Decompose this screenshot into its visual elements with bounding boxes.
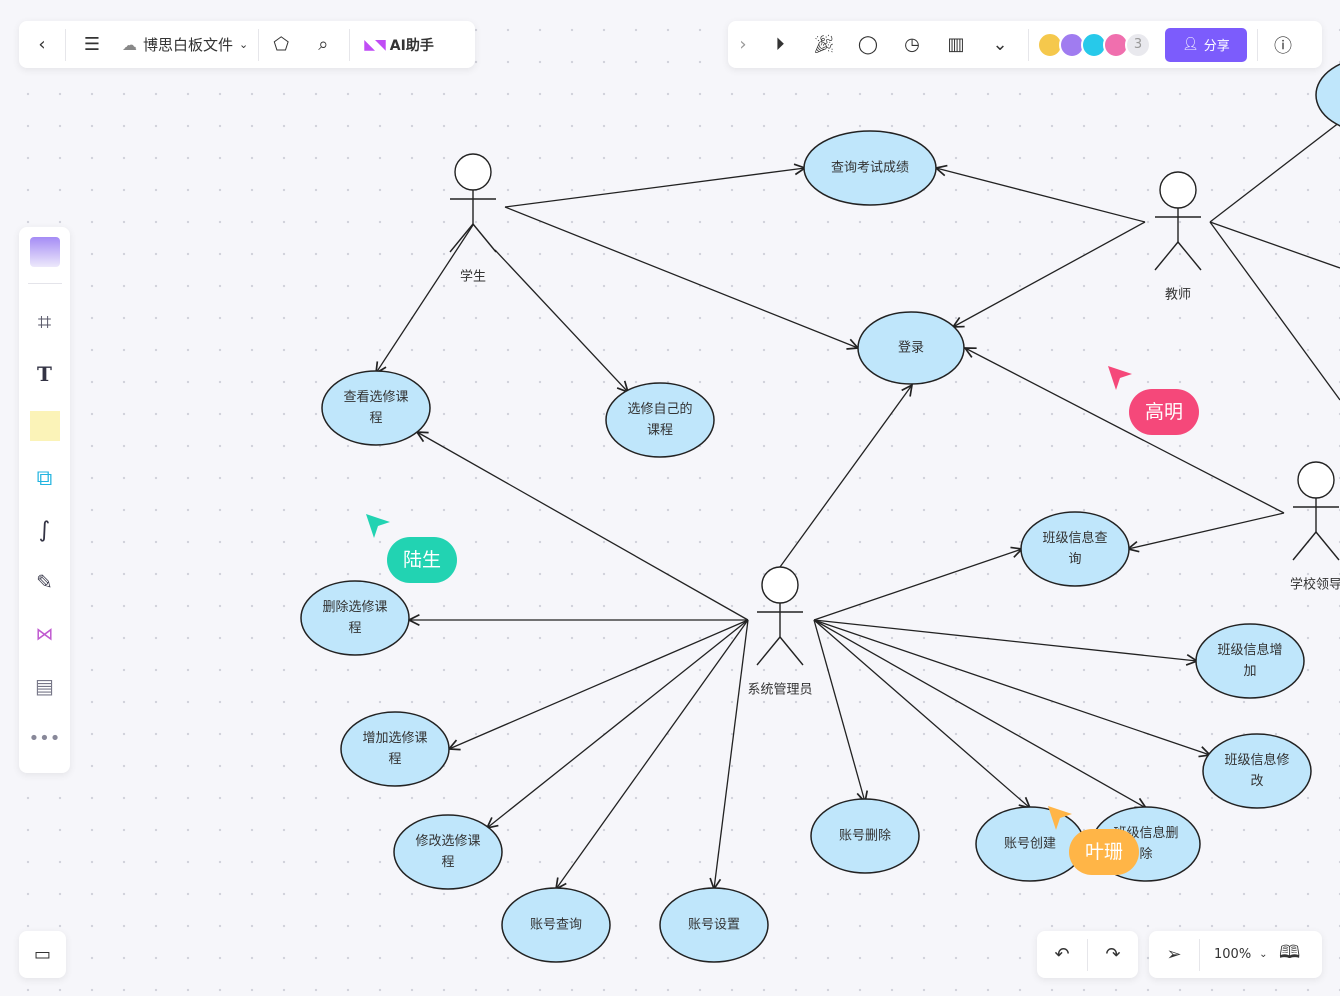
comment-icon[interactable]: ◯ bbox=[846, 34, 890, 55]
zoom-level: 100% bbox=[1214, 947, 1252, 962]
ai-assistant-button[interactable]: ◣◥ AI助手 bbox=[350, 35, 434, 55]
use-case-login[interactable] bbox=[857, 311, 965, 385]
shape-icon[interactable]: ⧉ bbox=[37, 452, 53, 504]
association-line[interactable] bbox=[1209, 221, 1340, 269]
use-case-cm[interactable] bbox=[1202, 733, 1312, 809]
share-button[interactable]: 👤︎ 分享 bbox=[1165, 27, 1247, 62]
use-case-cq[interactable] bbox=[1020, 511, 1130, 587]
association-line[interactable] bbox=[813, 619, 1030, 808]
template-icon[interactable] bbox=[29, 237, 60, 267]
association-line[interactable] bbox=[417, 432, 749, 621]
sticky-note-icon[interactable] bbox=[29, 411, 60, 441]
search-icon[interactable]: ⌕ bbox=[303, 34, 343, 55]
connector-icon[interactable]: ∫ bbox=[39, 504, 50, 556]
association-line[interactable] bbox=[449, 619, 749, 749]
association-line[interactable] bbox=[504, 168, 805, 208]
diagram-canvas[interactable] bbox=[0, 0, 1340, 996]
use-case-ellipse[interactable] bbox=[1315, 58, 1340, 132]
top-right-toolbar: › ⏵ 🎉︎ ◯ ◷ ▥ ⌄ 3 👤︎ 分享 ⓘ bbox=[728, 21, 1322, 68]
select-pointer-icon[interactable]: ➢ bbox=[1149, 944, 1199, 965]
chevron-down-icon: ⌄ bbox=[1259, 949, 1268, 960]
cursor-name-tag: 陆生 bbox=[387, 537, 458, 583]
association-line[interactable] bbox=[813, 619, 1210, 755]
cursor-arrow-icon bbox=[1048, 806, 1072, 830]
use-case-ca[interactable] bbox=[1195, 623, 1305, 699]
association-line[interactable] bbox=[936, 168, 1146, 223]
back-icon[interactable]: ‹ bbox=[19, 34, 65, 55]
file-name: 博思白板文件 bbox=[143, 36, 234, 54]
mindmap-icon[interactable]: ⋈ bbox=[36, 608, 54, 660]
play-icon[interactable]: ⏵ bbox=[758, 34, 802, 55]
cursor-arrow-icon bbox=[1108, 366, 1132, 390]
association-line[interactable] bbox=[953, 221, 1146, 327]
association-line[interactable] bbox=[813, 619, 865, 802]
pen-icon[interactable]: ✎ bbox=[36, 556, 53, 608]
use-case-ad[interactable] bbox=[810, 798, 920, 874]
more-tools-icon[interactable]: ••• bbox=[29, 712, 61, 764]
document-icon[interactable]: ▤ bbox=[35, 660, 54, 712]
cursor-arrow-icon bbox=[366, 514, 390, 538]
timer-icon[interactable]: ◷ bbox=[890, 34, 934, 55]
minimap-icon: ▭ bbox=[33, 944, 51, 965]
frame-icon[interactable]: ⌗ bbox=[38, 296, 52, 348]
menu-icon[interactable]: ☰ bbox=[66, 34, 118, 55]
tool-palette: ⌗ T ⧉ ∫ ✎ ⋈ ▤ ••• bbox=[19, 227, 70, 773]
celebrate-icon[interactable]: 🎉︎ bbox=[802, 34, 846, 55]
collaborator-count: 3 bbox=[1125, 31, 1151, 58]
use-case-aq[interactable] bbox=[501, 887, 611, 963]
association-line[interactable] bbox=[779, 385, 912, 568]
text-icon[interactable]: T bbox=[37, 348, 52, 400]
view-toolbar: ➢ 100% ⌄ 🕮︎ bbox=[1149, 931, 1322, 978]
association-line[interactable] bbox=[813, 619, 1197, 661]
use-case-del[interactable] bbox=[300, 580, 410, 656]
more-icon[interactable]: ⌄ bbox=[978, 34, 1022, 55]
minimap-button[interactable]: ▭ bbox=[19, 931, 66, 978]
use-case-add[interactable] bbox=[340, 711, 450, 787]
association-line[interactable] bbox=[813, 619, 1146, 808]
map-icon[interactable]: 🕮︎ bbox=[1268, 940, 1312, 970]
add-user-icon: 👤︎ bbox=[1182, 37, 1199, 52]
association-line[interactable] bbox=[1209, 221, 1340, 401]
undo-icon[interactable]: ↶ bbox=[1037, 944, 1087, 965]
history-toolbar: ↶ ↷ bbox=[1037, 931, 1138, 978]
association-line[interactable] bbox=[494, 249, 628, 392]
top-left-toolbar: ‹ ☰ ☁ 博思白板文件 ⌄ ⬠ ⌕ ◣◥ AI助手 bbox=[19, 21, 475, 68]
use-case-as[interactable] bbox=[659, 887, 769, 963]
zoom-dropdown[interactable]: 100% ⌄ bbox=[1200, 947, 1268, 962]
help-icon[interactable]: ⓘ bbox=[1258, 32, 1308, 58]
collaborator-avatars[interactable]: 3 bbox=[1037, 31, 1151, 58]
actor-teacher[interactable] bbox=[1154, 171, 1202, 271]
expand-icon[interactable]: › bbox=[728, 34, 758, 55]
actor-leader[interactable] bbox=[1292, 461, 1340, 561]
chevron-down-icon: ⌄ bbox=[239, 38, 249, 51]
use-case-mod[interactable] bbox=[393, 814, 503, 890]
actor-admin[interactable] bbox=[756, 566, 804, 666]
association-line[interactable] bbox=[1128, 512, 1285, 549]
association-line[interactable] bbox=[504, 206, 858, 348]
association-line[interactable] bbox=[487, 619, 749, 828]
association-line[interactable] bbox=[376, 224, 474, 373]
cursor-name-tag: 高明 bbox=[1129, 389, 1200, 435]
actor-student[interactable] bbox=[449, 153, 497, 253]
use-case-select[interactable] bbox=[605, 382, 715, 458]
file-name-dropdown[interactable]: ☁ 博思白板文件 ⌄ bbox=[118, 34, 258, 55]
vote-icon[interactable]: ▥ bbox=[934, 34, 978, 55]
redo-icon[interactable]: ↷ bbox=[1088, 944, 1138, 965]
use-case-view[interactable] bbox=[321, 370, 431, 446]
ai-label: AI助手 bbox=[389, 37, 434, 54]
association-line[interactable] bbox=[1209, 121, 1340, 223]
cursor-name-tag: 叶珊 bbox=[1069, 829, 1140, 875]
cloud-sync-icon: ☁ bbox=[122, 35, 137, 54]
ai-logo-icon: ◣◥ bbox=[364, 36, 386, 53]
share-label: 分享 bbox=[1203, 39, 1230, 54]
association-line[interactable] bbox=[813, 549, 1022, 621]
use-case-exam[interactable] bbox=[803, 130, 937, 206]
tag-icon[interactable]: ⬠ bbox=[259, 34, 303, 55]
